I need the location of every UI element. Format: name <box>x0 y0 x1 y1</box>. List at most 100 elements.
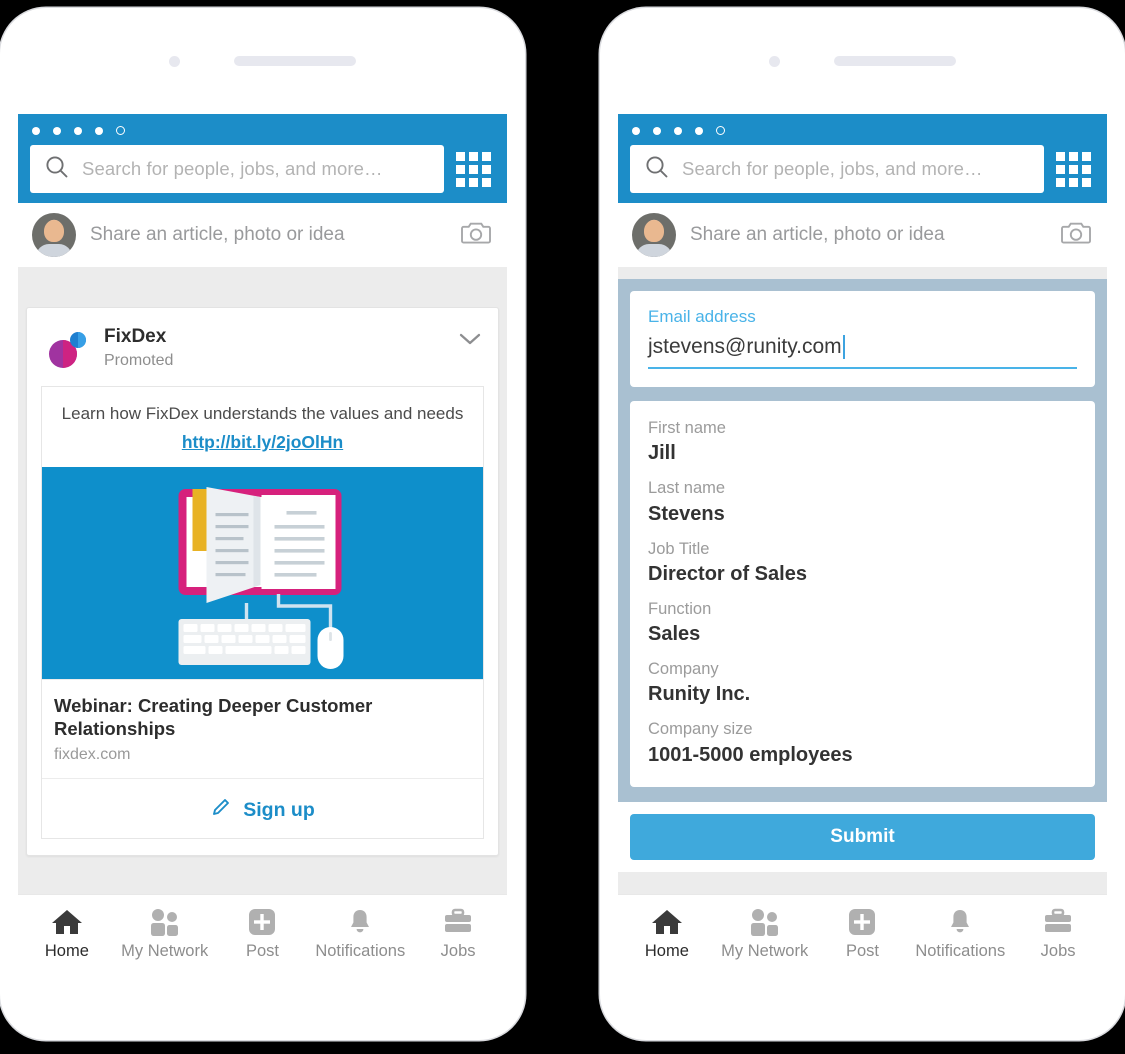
email-field[interactable]: jstevens@runity.com <box>648 329 1077 369</box>
nav-item-notifications[interactable]: Notifications <box>911 906 1009 961</box>
search-row-right: Search for people, jobs, and more… <box>618 145 1107 193</box>
ad-header: FixDex Promoted <box>41 322 484 386</box>
nav-item-post[interactable]: Post <box>214 906 312 961</box>
email-field-value: jstevens@runity.com <box>648 335 842 358</box>
ad-promoted-label: Promoted <box>104 351 174 369</box>
briefcase-icon <box>443 906 473 936</box>
share-placeholder-text: Share an article, photo or idea <box>690 224 945 245</box>
plus-square-icon <box>848 906 876 936</box>
field-value: Director of Sales <box>648 562 807 585</box>
phone-notch-right <box>600 8 1125 114</box>
form-bottom-spacer <box>618 872 1107 894</box>
nav-label: Jobs <box>1040 942 1076 960</box>
text-cursor <box>842 335 845 359</box>
screenshot-stage: Search for people, jobs, and more… Share… <box>0 0 1125 1054</box>
submit-bar: Submit <box>618 802 1107 872</box>
screen-right: Search for people, jobs, and more… Share… <box>618 114 1107 972</box>
field-label: Function <box>648 599 712 618</box>
nav-item-home[interactable]: Home <box>618 906 716 961</box>
field-company-size[interactable]: Company size 1001-5000 employees <box>648 718 1077 768</box>
field-label: Company size <box>648 720 753 739</box>
field-company[interactable]: Company Runity Inc. <box>648 658 1077 708</box>
nav-label: Post <box>845 942 879 960</box>
signal-dot <box>74 126 82 135</box>
nav-label: My Network <box>121 942 209 960</box>
camera-icon[interactable] <box>1061 220 1091 251</box>
avatar[interactable] <box>632 213 676 257</box>
search-row-left: Search for people, jobs, and more… <box>18 145 507 193</box>
search-input[interactable]: Search for people, jobs, and more… <box>30 145 444 193</box>
feed-bottom-spacer <box>18 872 507 894</box>
app-header-right: Search for people, jobs, and more… <box>618 114 1107 203</box>
bell-icon <box>346 906 374 936</box>
submit-button[interactable]: Submit <box>630 814 1095 860</box>
ad-brand-name: FixDex <box>104 326 167 347</box>
sponsored-ad-card[interactable]: FixDex Promoted Learn how FixDex underst… <box>26 307 499 857</box>
field-function[interactable]: Function Sales <box>648 598 1077 648</box>
fixdex-logo-icon <box>45 326 91 372</box>
chevron-down-icon[interactable] <box>458 326 482 351</box>
status-signal-left <box>18 114 507 145</box>
field-label: First name <box>648 419 726 437</box>
ad-title: Webinar: Creating Deeper Customer Relati… <box>54 694 373 740</box>
nav-item-jobs[interactable]: Jobs <box>409 906 507 961</box>
pencil-icon <box>210 796 232 824</box>
field-value: Jill <box>648 442 676 465</box>
field-first-name[interactable]: First name Jill <box>648 417 1077 467</box>
phone-right: Search for people, jobs, and more… Share… <box>600 8 1125 1040</box>
ad-signup-button[interactable]: Sign up <box>42 778 483 838</box>
nav-item-home[interactable]: Home <box>18 906 116 961</box>
ad-link[interactable]: http://bit.ly/2joOlHn <box>50 432 475 453</box>
search-input[interactable]: Search for people, jobs, and more… <box>630 145 1044 193</box>
earpiece-speaker <box>234 56 356 66</box>
ad-signup-label: Sign up <box>243 798 315 821</box>
front-camera-dot <box>169 55 180 67</box>
ad-copy: Learn how FixDex understands the values … <box>42 387 483 467</box>
bottom-nav-right: Home My Network Post Notifications Jobs <box>618 894 1107 972</box>
grid-icon[interactable] <box>456 151 495 187</box>
nav-item-my-network[interactable]: My Network <box>116 906 214 961</box>
ad-illustration <box>42 466 483 679</box>
field-label: Company <box>648 660 719 679</box>
plus-square-icon <box>248 906 276 936</box>
ad-body: Learn how FixDex understands the values … <box>41 386 484 840</box>
status-signal-right <box>618 114 1107 145</box>
signal-dot <box>653 126 661 135</box>
briefcase-icon <box>1043 906 1073 936</box>
signal-dot-empty <box>716 126 725 135</box>
field-last-name[interactable]: Last name Stevens <box>648 477 1077 527</box>
camera-icon[interactable] <box>461 220 491 251</box>
field-value: Sales <box>648 623 701 646</box>
email-card[interactable]: Email address jstevens@runity.com <box>630 291 1095 387</box>
ad-footer: Webinar: Creating Deeper Customer Relati… <box>42 678 483 778</box>
phone-left: Search for people, jobs, and more… Share… <box>0 8 525 1040</box>
signal-dot <box>695 126 703 135</box>
nav-label: My Network <box>721 942 809 960</box>
feed-left: FixDex Promoted Learn how FixDex underst… <box>18 287 507 872</box>
grid-icon[interactable] <box>1056 151 1095 187</box>
signal-dot <box>674 126 682 135</box>
share-row-left[interactable]: Share an article, photo or idea <box>18 203 507 267</box>
feed-spacer <box>18 267 507 287</box>
people-icon <box>748 906 782 936</box>
nav-label: Home <box>44 942 89 960</box>
nav-label: Jobs <box>440 942 476 960</box>
avatar[interactable] <box>32 213 76 257</box>
screen-left: Search for people, jobs, and more… Share… <box>18 114 507 972</box>
signal-dot <box>32 126 40 135</box>
nav-item-jobs[interactable]: Jobs <box>1009 906 1107 961</box>
nav-item-notifications[interactable]: Notifications <box>311 906 409 961</box>
field-label: Last name <box>648 479 726 498</box>
bottom-nav-left: Home My Network Post Notifications Jobs <box>18 894 507 972</box>
field-job-title[interactable]: Job Title Director of Sales <box>648 538 1077 588</box>
nav-item-post[interactable]: Post <box>814 906 912 961</box>
front-camera-dot <box>769 55 780 67</box>
nav-label: Notifications <box>915 942 1006 960</box>
nav-item-my-network[interactable]: My Network <box>716 906 814 961</box>
field-label: Job Title <box>648 539 710 558</box>
share-row-right[interactable]: Share an article, photo or idea <box>618 203 1107 267</box>
earpiece-speaker <box>834 56 956 66</box>
nav-label: Notifications <box>315 942 406 960</box>
ad-copy-text: Learn how FixDex understands the values … <box>61 404 464 423</box>
share-placeholder-text: Share an article, photo or idea <box>90 224 345 245</box>
